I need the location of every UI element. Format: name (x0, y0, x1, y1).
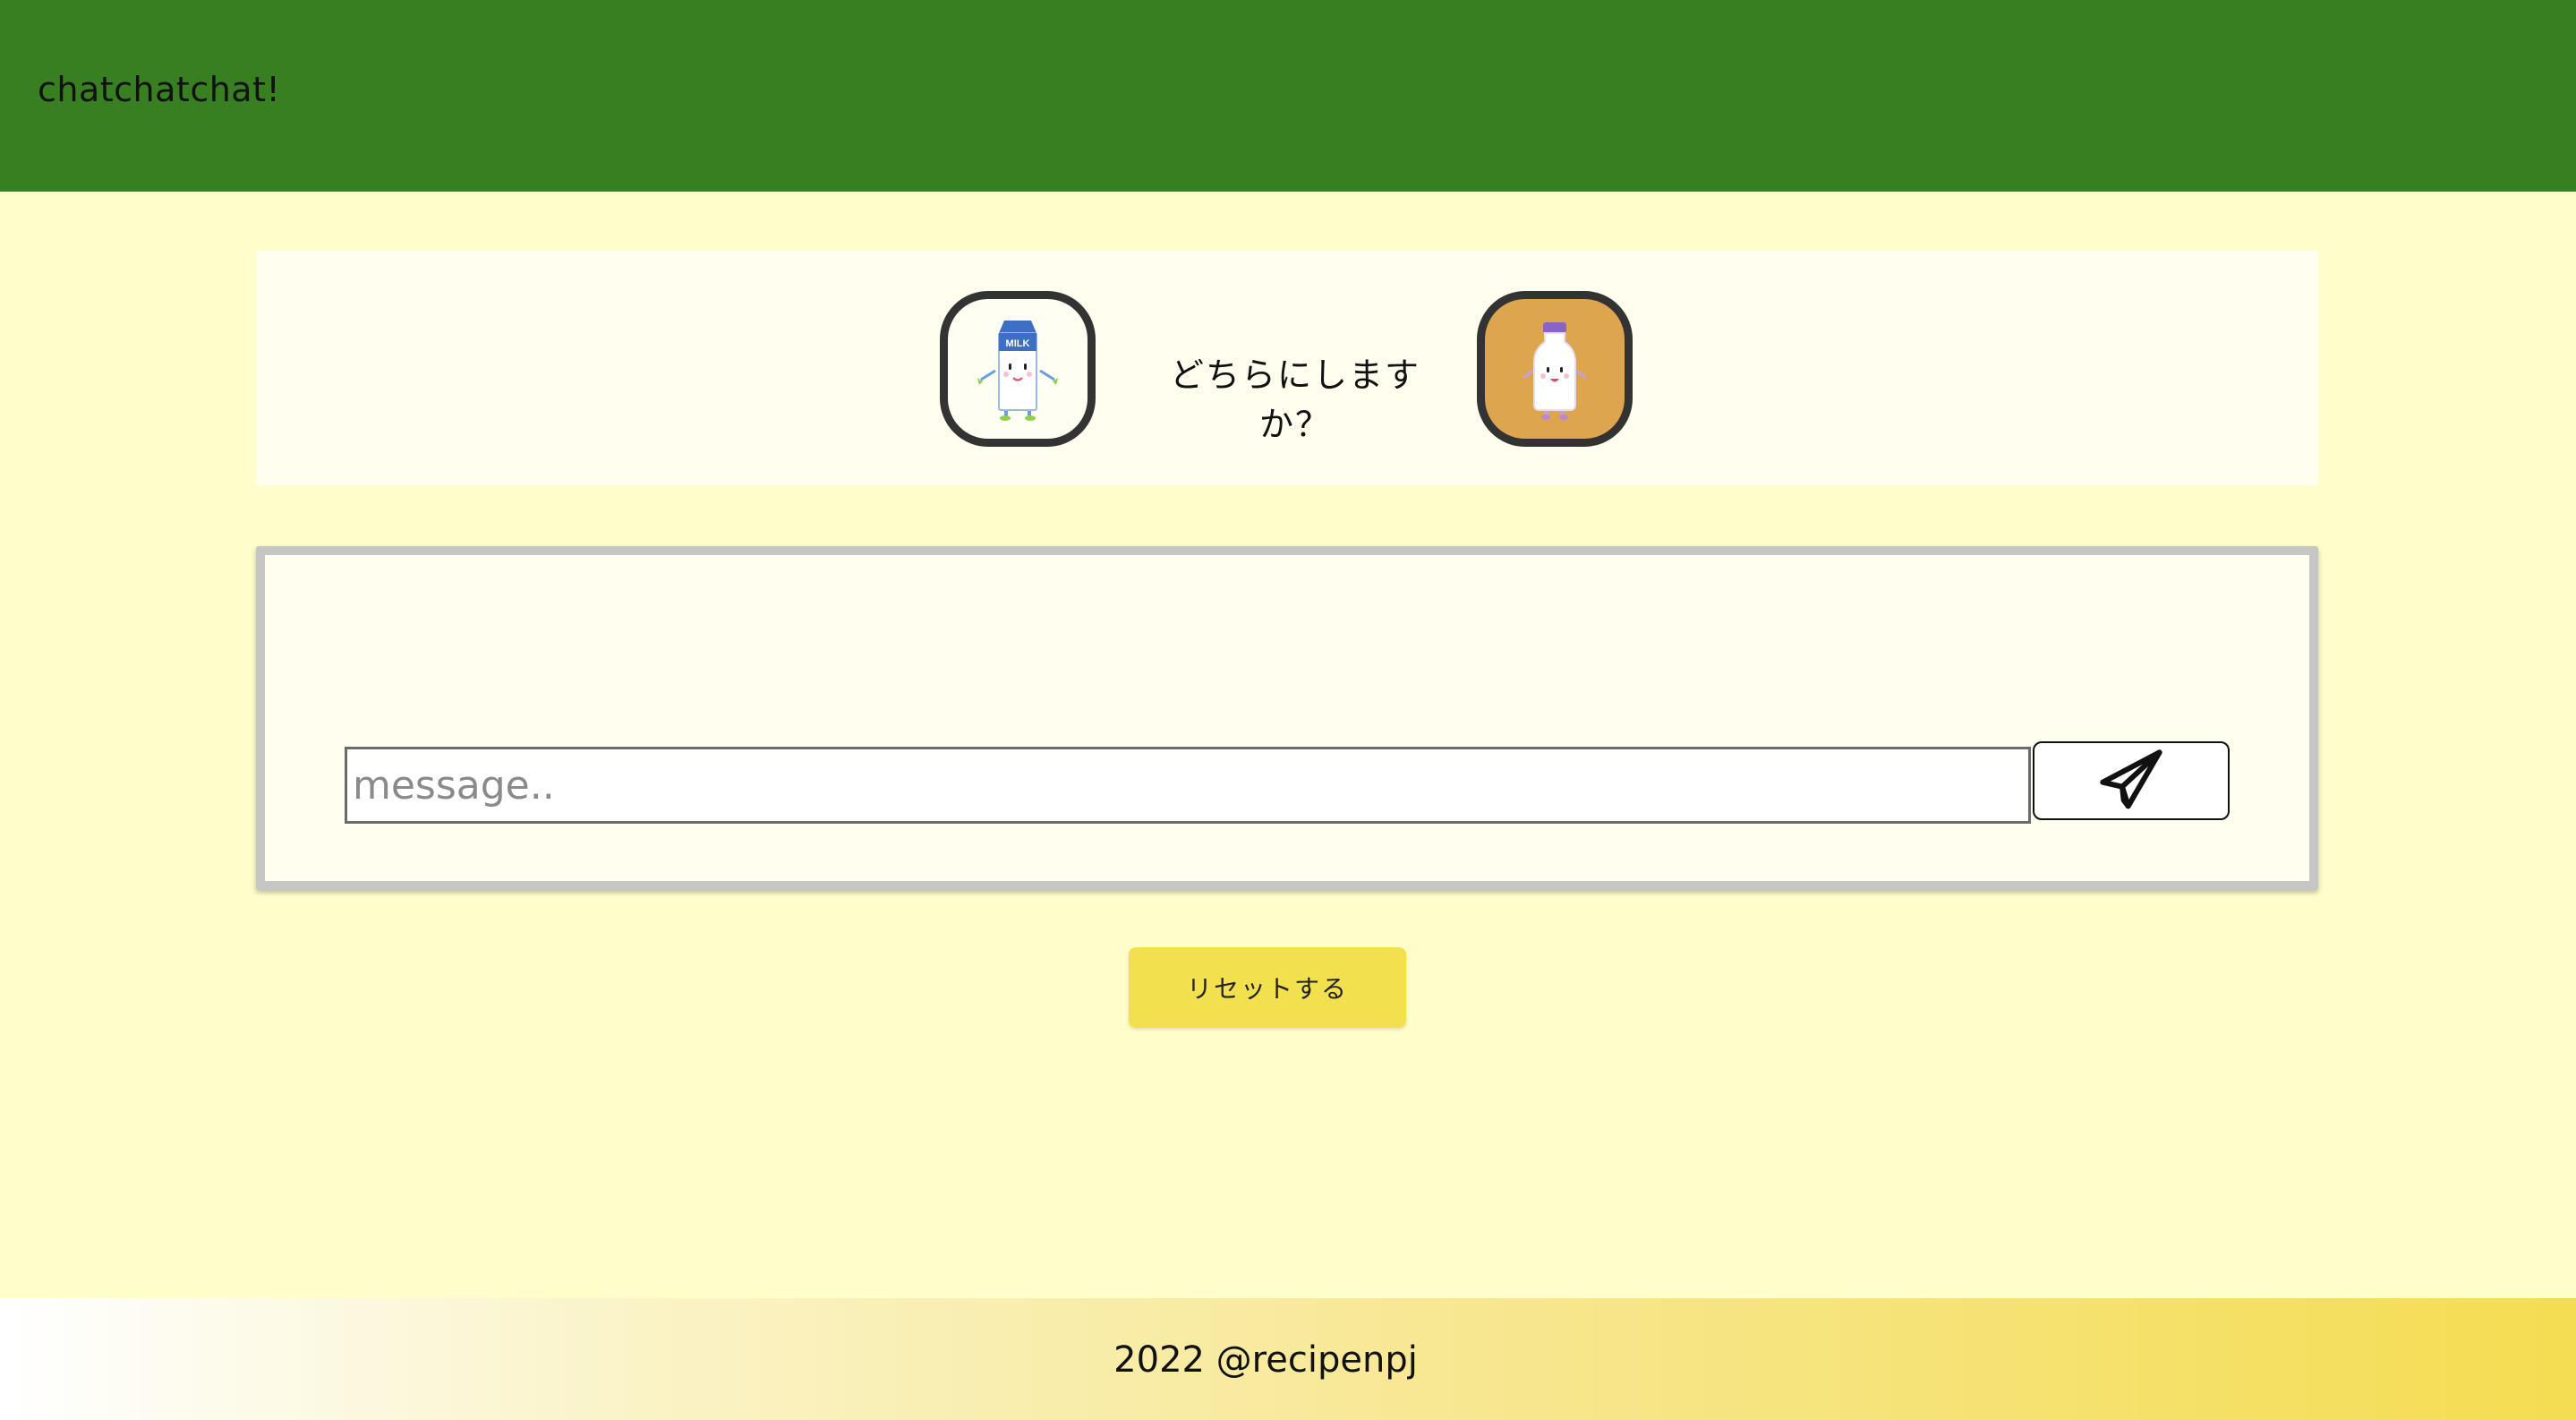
choice-prompt: どちらにしますか？ (1169, 355, 1420, 444)
milk-bottle-character-icon (1523, 322, 1587, 420)
milk-carton-avatar-button[interactable]: MILK (940, 291, 1096, 447)
milk-bottle-avatar-button[interactable] (1477, 291, 1633, 447)
milk-carton-character-icon: MILK (977, 321, 1058, 421)
footer: 2022 @recipenpj (0, 1298, 2576, 1420)
copyright-text: 2022 @recipenpj (1113, 1339, 1418, 1381)
chat-box (256, 546, 2318, 890)
svg-text:MILK: MILK (1006, 338, 1030, 349)
reset-button[interactable]: リセットする (1129, 947, 1406, 1028)
app-title: chatchatchat! (38, 70, 281, 109)
send-button[interactable] (2033, 741, 2230, 820)
character-choice-panel: MILK どちらにしますか？ (256, 251, 2318, 485)
message-input[interactable] (345, 747, 2031, 824)
paper-plane-icon (2100, 749, 2162, 809)
app-header: chatchatchat! (0, 0, 2576, 192)
